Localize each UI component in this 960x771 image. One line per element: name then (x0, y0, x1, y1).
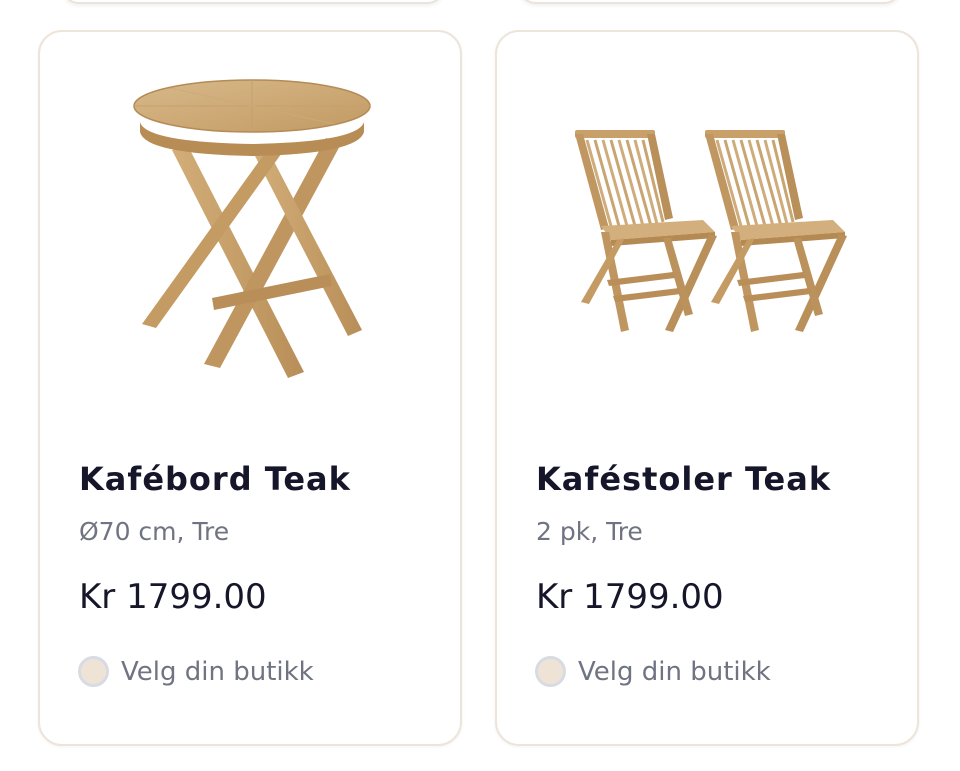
previous-product-card[interactable] (518, 0, 902, 4)
select-store-option[interactable]: Velg din butikk (535, 656, 771, 687)
product-image-table[interactable] (40, 42, 460, 422)
store-radio-button[interactable] (78, 656, 109, 687)
product-title[interactable]: Kafébord Teak (79, 460, 351, 498)
teak-chairs-illustration (575, 128, 849, 334)
previous-product-card[interactable] (61, 0, 445, 4)
select-store-option[interactable]: Velg din butikk (78, 656, 314, 687)
product-card[interactable]: Kaféstoler Teak 2 pk, Tre Kr 1799.00 Vel… (495, 30, 919, 746)
chair-icon (575, 130, 717, 332)
product-subtitle: Ø70 cm, Tre (79, 517, 230, 546)
product-title[interactable]: Kaféstoler Teak (536, 460, 831, 498)
product-price: Kr 1799.00 (536, 577, 724, 617)
product-image-chairs[interactable] (497, 42, 917, 422)
product-subtitle: 2 pk, Tre (536, 517, 643, 546)
product-card[interactable]: Kafébord Teak Ø70 cm, Tre Kr 1799.00 Vel… (38, 30, 462, 746)
product-price: Kr 1799.00 (79, 577, 267, 617)
store-label: Velg din butikk (578, 656, 771, 687)
product-grid: Kafébord Teak Ø70 cm, Tre Kr 1799.00 Vel… (0, 0, 960, 771)
teak-table-illustration (133, 79, 371, 378)
store-radio-button[interactable] (535, 656, 566, 687)
store-label: Velg din butikk (121, 656, 314, 687)
